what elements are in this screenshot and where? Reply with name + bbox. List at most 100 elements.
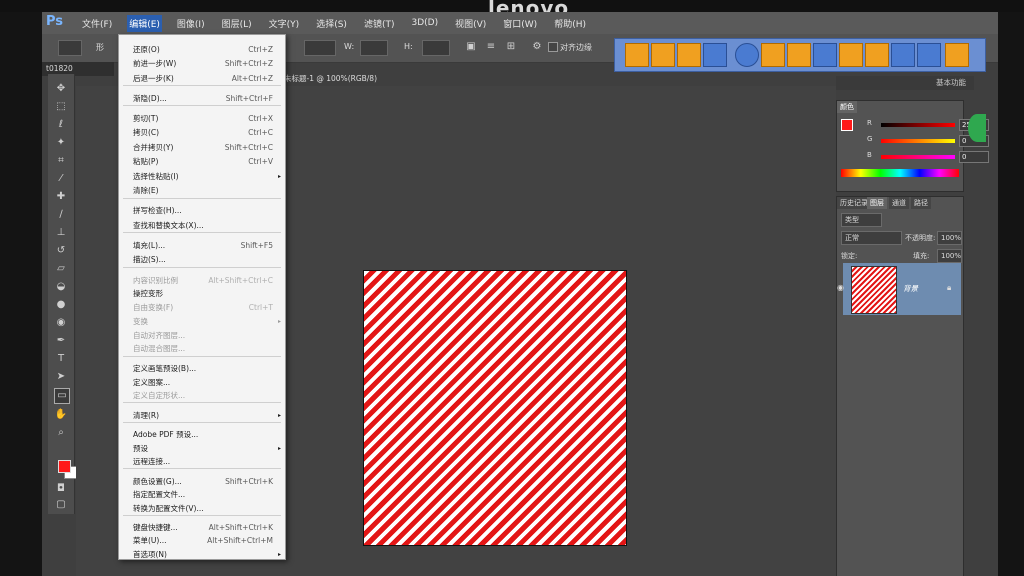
edit-menu-item[interactable]: 剪切(T) Ctrl+X (119, 112, 285, 125)
green-side-widget[interactable] (968, 114, 986, 142)
edit-menu-item[interactable]: 前进一步(W) Shift+Ctrl+Z (119, 57, 285, 70)
plugin-button-12[interactable] (945, 43, 969, 67)
plugin-button-4[interactable] (703, 43, 727, 67)
dodge-tool-icon[interactable]: ◉ (54, 316, 68, 330)
menu-3d[interactable]: 3D(D) (409, 16, 440, 30)
eyedropper-tool-icon[interactable]: ⁄ (54, 172, 68, 186)
zoom-tool-icon[interactable]: ⌕ (54, 426, 68, 440)
path-selection-tool-icon[interactable]: ➤ (54, 370, 68, 384)
blue-slider-track[interactable] (881, 155, 955, 159)
red-slider-track[interactable] (881, 123, 955, 127)
menu-window[interactable]: 窗口(W) (501, 15, 539, 32)
edit-menu-item[interactable]: 清除(E) (119, 184, 285, 197)
edit-menu-item[interactable]: 菜单(U)... Alt+Shift+Ctrl+M (119, 534, 285, 547)
edit-menu-item[interactable]: 合并拷贝(Y) Shift+Ctrl+C (119, 141, 285, 154)
healing-brush-tool-icon[interactable]: ✚ (54, 190, 68, 204)
hand-tool-icon[interactable]: ✋ (54, 408, 68, 422)
document-tab-active[interactable]: 未标题-1 @ 100%(RGB/8) (284, 72, 377, 86)
menu-edit[interactable]: 编辑(E) (127, 14, 162, 32)
quick-mask-icon[interactable]: ◘ (54, 482, 68, 496)
paint-bucket-tool-icon[interactable]: ◒ (54, 280, 68, 294)
menu-type[interactable]: 文字(Y) (267, 15, 302, 32)
edit-menu-item[interactable]: 预设 ▸ (119, 442, 285, 455)
tab-color[interactable]: 颜色 (837, 101, 857, 113)
plugin-disc-icon[interactable] (735, 43, 759, 67)
tab-channels[interactable]: 通道 (889, 197, 909, 209)
menu-select[interactable]: 选择(S) (314, 15, 349, 32)
edit-menu-item[interactable]: 颜色设置(G)... Shift+Ctrl+K (119, 475, 285, 488)
opacity-field[interactable]: 100% (937, 231, 962, 245)
align-edges-checkbox[interactable] (548, 42, 558, 52)
crop-tool-icon[interactable]: ⌗ (54, 154, 68, 168)
eye-icon[interactable]: ◉ (837, 283, 844, 292)
menu-help[interactable]: 帮助(H) (552, 15, 588, 32)
path-arrangement-icon[interactable]: ⊞ (504, 40, 518, 54)
tab-history[interactable]: 历史记录 (837, 197, 871, 209)
fill-field[interactable]: 100% (937, 249, 962, 263)
gear-icon[interactable]: ⚙ (530, 40, 544, 54)
eraser-tool-icon[interactable]: ▱ (54, 262, 68, 276)
plugin-button-10[interactable] (891, 43, 915, 67)
foreground-color-swatch[interactable] (58, 460, 71, 473)
edit-menu-item[interactable]: 清理(R) ▸ (119, 409, 285, 422)
tab-layers[interactable]: 图层 (867, 197, 887, 209)
plugin-button-7[interactable] (813, 43, 837, 67)
pen-tool-icon[interactable]: ✒ (54, 334, 68, 348)
tool-preset-picker[interactable] (58, 40, 82, 56)
edit-menu-item[interactable]: 描边(S)... (119, 253, 285, 266)
width-field[interactable] (360, 40, 388, 56)
type-tool-icon[interactable]: T (54, 352, 68, 366)
document-canvas[interactable] (364, 271, 626, 545)
edit-menu-item[interactable]: 粘贴(P) Ctrl+V (119, 155, 285, 168)
stroke-type-dropdown[interactable] (304, 40, 336, 56)
plugin-button-11[interactable] (917, 43, 941, 67)
edit-menu-item[interactable]: 查找和替换文本(X)... (119, 219, 285, 232)
edit-menu-item[interactable]: 操控变形 (119, 287, 285, 300)
history-brush-tool-icon[interactable]: ↺ (54, 244, 68, 258)
tab-paths[interactable]: 路径 (911, 197, 931, 209)
move-tool-icon[interactable]: ✥ (54, 82, 68, 96)
edit-menu-item[interactable]: 后退一步(K) Alt+Ctrl+Z (119, 72, 285, 85)
blur-tool-icon[interactable]: ● (54, 298, 68, 312)
plugin-button-8[interactable] (839, 43, 863, 67)
color-panel-foreground[interactable] (841, 119, 853, 131)
menu-image[interactable]: 图像(I) (175, 15, 207, 32)
color-spectrum-bar[interactable] (841, 169, 959, 177)
plugin-button-6[interactable] (787, 43, 811, 67)
screen-mode-icon[interactable]: ▢ (54, 498, 68, 512)
clone-stamp-tool-icon[interactable]: ⊥ (54, 226, 68, 240)
plugin-button-5[interactable] (761, 43, 785, 67)
layer-row-background[interactable]: ◉ 背景 🔒︎ (837, 263, 961, 315)
plugin-button-1[interactable] (625, 43, 649, 67)
edit-menu-item[interactable]: Adobe PDF 预设... (119, 428, 285, 441)
edit-menu-item[interactable]: 定义画笔预设(B)... (119, 362, 285, 375)
edit-menu-item[interactable]: 拷贝(C) Ctrl+C (119, 126, 285, 139)
plugin-button-2[interactable] (651, 43, 675, 67)
menu-view[interactable]: 视图(V) (453, 15, 488, 32)
path-alignment-icon[interactable]: ≡ (484, 40, 498, 54)
menu-filter[interactable]: 滤镜(T) (362, 15, 397, 32)
edit-menu-item[interactable]: 填充(L)... Shift+F5 (119, 239, 285, 252)
plugin-button-9[interactable] (865, 43, 889, 67)
marquee-tool-icon[interactable]: ⬚ (54, 100, 68, 114)
workspace-switcher[interactable]: 基本功能 (836, 76, 974, 90)
magic-wand-tool-icon[interactable]: ✦ (54, 136, 68, 150)
blue-value[interactable]: 0 (959, 151, 989, 163)
edit-menu-item[interactable]: 键盘快捷键... Alt+Shift+Ctrl+K (119, 521, 285, 534)
edit-menu-item[interactable]: 渐隐(D)... Shift+Ctrl+F (119, 92, 285, 105)
edit-menu-item[interactable]: 首选项(N) ▸ (119, 548, 285, 561)
edit-menu-item[interactable]: 定义图案... (119, 376, 285, 389)
path-operations-icon[interactable]: ▣ (464, 40, 478, 54)
edit-menu-item[interactable]: 还原(O) Ctrl+Z (119, 43, 285, 56)
height-field[interactable] (422, 40, 450, 56)
menu-file[interactable]: 文件(F) (80, 15, 114, 32)
edit-menu-item[interactable]: 选择性粘贴(I) ▸ (119, 170, 285, 183)
plugin-button-3[interactable] (677, 43, 701, 67)
edit-menu-item[interactable]: 拼写检查(H)... (119, 204, 285, 217)
menu-layer[interactable]: 图层(L) (220, 15, 254, 32)
green-slider-track[interactable] (881, 139, 955, 143)
rectangle-tool-icon[interactable]: ▭ (54, 388, 70, 404)
edit-menu-item[interactable]: 指定配置文件... (119, 488, 285, 501)
brush-tool-icon[interactable]: ∕ (54, 208, 68, 222)
lasso-tool-icon[interactable]: ℓ (54, 118, 68, 132)
